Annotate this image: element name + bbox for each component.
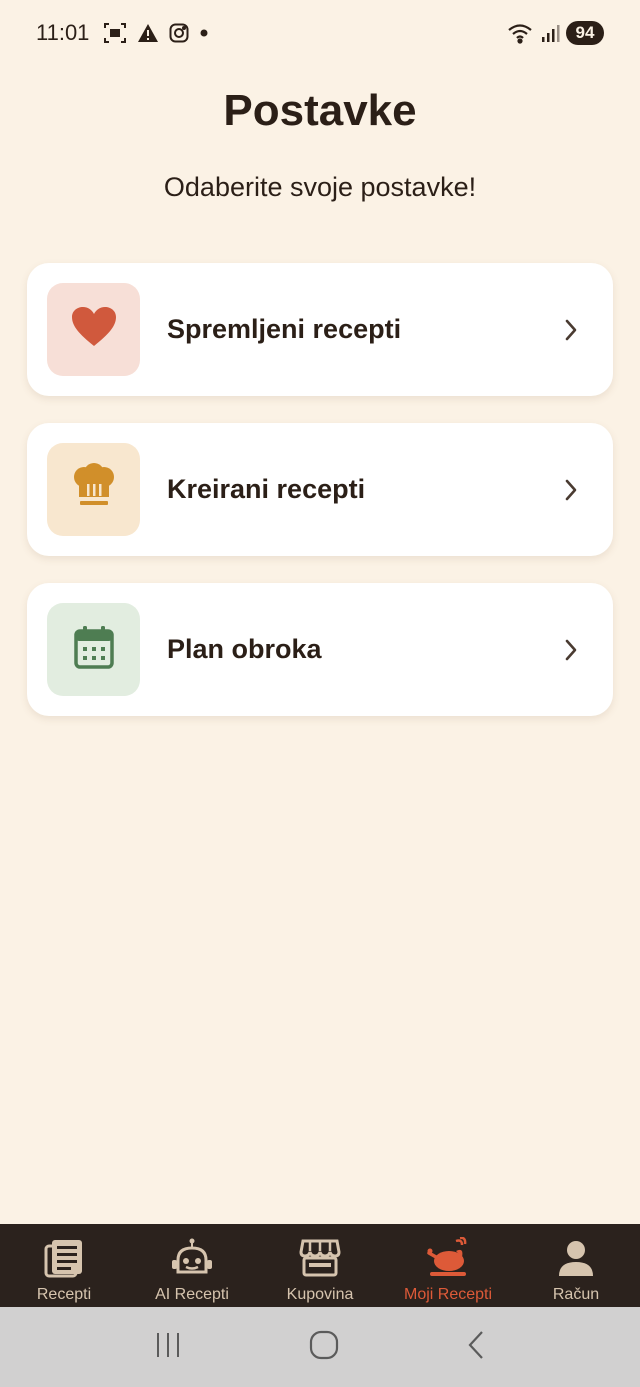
roast-chicken-icon <box>426 1236 470 1280</box>
nav-item-recepti[interactable]: Recepti <box>0 1224 128 1307</box>
settings-item-label: Spremljeni recepti <box>167 314 402 344</box>
chevron-right-icon <box>563 638 579 662</box>
settings-item-saved-recipes[interactable]: Spremljeni recepti <box>27 263 613 396</box>
nav-label: Račun <box>552 1286 600 1303</box>
status-right: 94 <box>506 21 604 45</box>
nav-item-kupovina[interactable]: Kupovina <box>256 1224 384 1307</box>
page-title: Postavke <box>223 86 417 135</box>
nav-item-ai-recepti[interactable]: AI Recepti <box>128 1224 256 1307</box>
nav-label: Recepti <box>36 1286 92 1303</box>
created-recipes-icon-tile <box>47 443 140 536</box>
wifi-icon <box>506 22 534 44</box>
signal-icon <box>540 23 560 43</box>
settings-item-created-recipes[interactable]: Kreirani recepti <box>27 423 613 556</box>
system-nav-bar <box>0 1307 640 1387</box>
store-icon <box>299 1236 341 1280</box>
home-button[interactable] <box>309 1330 339 1365</box>
robot-icon <box>170 1236 214 1280</box>
instagram-icon <box>169 23 189 43</box>
nav-label: Moji Recepti <box>403 1286 493 1303</box>
nav-item-racun[interactable]: Račun <box>512 1224 640 1307</box>
warning-icon <box>137 23 159 43</box>
saved-recipes-icon-tile <box>47 283 140 376</box>
nav-item-moji-recepti[interactable]: Moji Recepti <box>384 1224 512 1307</box>
recent-apps-button[interactable] <box>153 1331 183 1364</box>
newspaper-icon <box>44 1236 84 1280</box>
meal-plan-icon-tile <box>47 603 140 696</box>
settings-item-label: Kreirani recepti <box>167 474 366 504</box>
nav-label: Kupovina <box>286 1286 354 1303</box>
screenshot-icon <box>103 22 127 44</box>
settings-item-label: Plan obroka <box>167 634 322 664</box>
status-left: 11:01 <box>36 20 209 46</box>
chevron-right-icon <box>563 478 579 502</box>
status-time: 11:01 <box>36 20 90 45</box>
bottom-nav: Recepti AI Recepti Kupovina Moji Recepti… <box>0 1224 640 1307</box>
heart-icon <box>71 306 117 353</box>
dot-icon <box>199 28 209 38</box>
nav-label: AI Recepti <box>155 1286 229 1303</box>
calendar-icon <box>73 625 114 674</box>
user-icon <box>556 1236 596 1280</box>
settings-item-meal-plan[interactable]: Plan obroka <box>27 583 613 716</box>
battery-indicator: 94 <box>566 21 604 45</box>
chevron-right-icon <box>563 318 579 342</box>
status-bar: 11:01 94 <box>0 0 640 66</box>
chef-hat-icon <box>72 463 116 516</box>
page-subtitle: Odaberite svoje postavke! <box>163 172 477 202</box>
back-button[interactable] <box>465 1330 487 1365</box>
